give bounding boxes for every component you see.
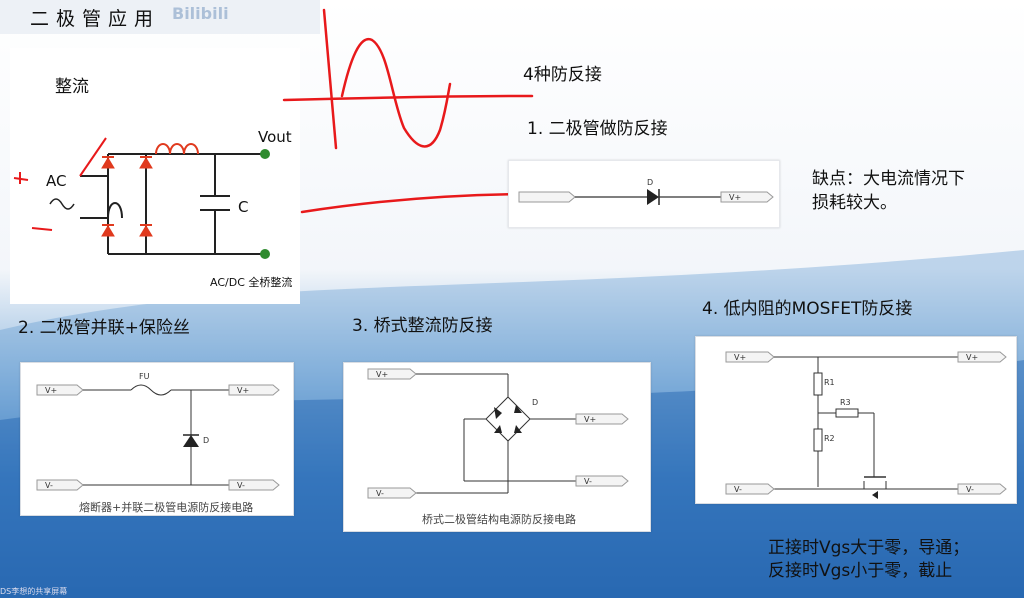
fuse-label: FU xyxy=(139,372,150,381)
rectifier-label: 整流 xyxy=(55,77,89,97)
rectifier-caption: AC/DC 全桥整流 xyxy=(210,276,293,289)
mosfet-note-line2: 反接时Vgs小于零，截止 xyxy=(768,561,953,581)
diode-label: D xyxy=(203,436,209,445)
vminus-in: V- xyxy=(734,485,742,494)
bridge-d-label: D xyxy=(532,398,538,407)
method2-caption: 熔断器+并联二极管电源防反接电路 xyxy=(79,501,254,514)
full-bridge-rectifier-diagram xyxy=(13,137,270,259)
method2-panel: FU D V+ V+ V- V- 熔断器+并联二极管电源防反接电路 xyxy=(20,362,294,516)
method4-title: 4. 低内阻的MOSFET防反接 xyxy=(702,299,913,319)
vplus-in: V+ xyxy=(376,370,388,379)
vplus-label: V+ xyxy=(729,193,741,202)
mosfet-note-line1: 正接时Vgs大于零，导通； xyxy=(768,538,970,558)
methods-heading: 4种防反接 xyxy=(523,65,602,85)
vplus-in: V+ xyxy=(45,386,57,395)
method3-title: 3. 桥式整流防反接 xyxy=(352,316,493,336)
vminus-in: V- xyxy=(45,481,53,490)
fuse-diode-diagram: FU D V+ V+ V- V- xyxy=(36,372,280,491)
method3-caption: 桥式二极管结构电源防反接电路 xyxy=(422,513,576,526)
vplus-in: V+ xyxy=(734,353,746,362)
vplus-out: V+ xyxy=(237,386,249,395)
vminus-in: V- xyxy=(376,489,384,498)
vplus-out: V+ xyxy=(584,415,596,424)
bridge-diode-diagram: D V+ V+ V- V- xyxy=(367,368,629,499)
r2-label: R2 xyxy=(824,434,835,443)
capacitor-label: C xyxy=(238,198,249,216)
method1-title: 1. 二极管做防反接 xyxy=(527,119,668,139)
method4-panel: R1 R2 R3 V+ V+ V- V- xyxy=(695,336,1017,504)
r3-label: R3 xyxy=(840,398,851,407)
r1-label: R1 xyxy=(824,378,835,387)
vminus-out: V- xyxy=(966,485,974,494)
drawback-line1: 缺点：大电流情况下 xyxy=(812,169,965,189)
diode-d-label: D xyxy=(647,178,653,187)
vminus-out: V- xyxy=(237,481,245,490)
rectifier-panel: 整流 AC Vout C AC/DC 全桥整流 xyxy=(10,48,300,304)
vminus-out: V- xyxy=(584,477,592,486)
ac-label: AC xyxy=(46,172,67,190)
handwritten-annotations xyxy=(282,8,540,214)
page-title: 二极管应用 xyxy=(30,8,161,30)
vplus-out: V+ xyxy=(966,353,978,362)
screen-share-label: DS李想的共享屏幕 xyxy=(0,587,68,596)
method1-panel: D V+ xyxy=(508,160,780,228)
series-diode-diagram: D V+ xyxy=(518,178,774,205)
drawback-line2: 损耗较大。 xyxy=(812,193,897,213)
method2-title: 2. 二极管并联+保险丝 xyxy=(18,318,190,338)
bilibili-watermark: Bilibili xyxy=(172,4,229,23)
method3-panel: D V+ V+ V- V- 桥式二极管结构电源防反接电路 xyxy=(343,362,651,532)
mosfet-diagram: R1 R2 R3 V+ V+ V- V- xyxy=(725,351,1007,499)
